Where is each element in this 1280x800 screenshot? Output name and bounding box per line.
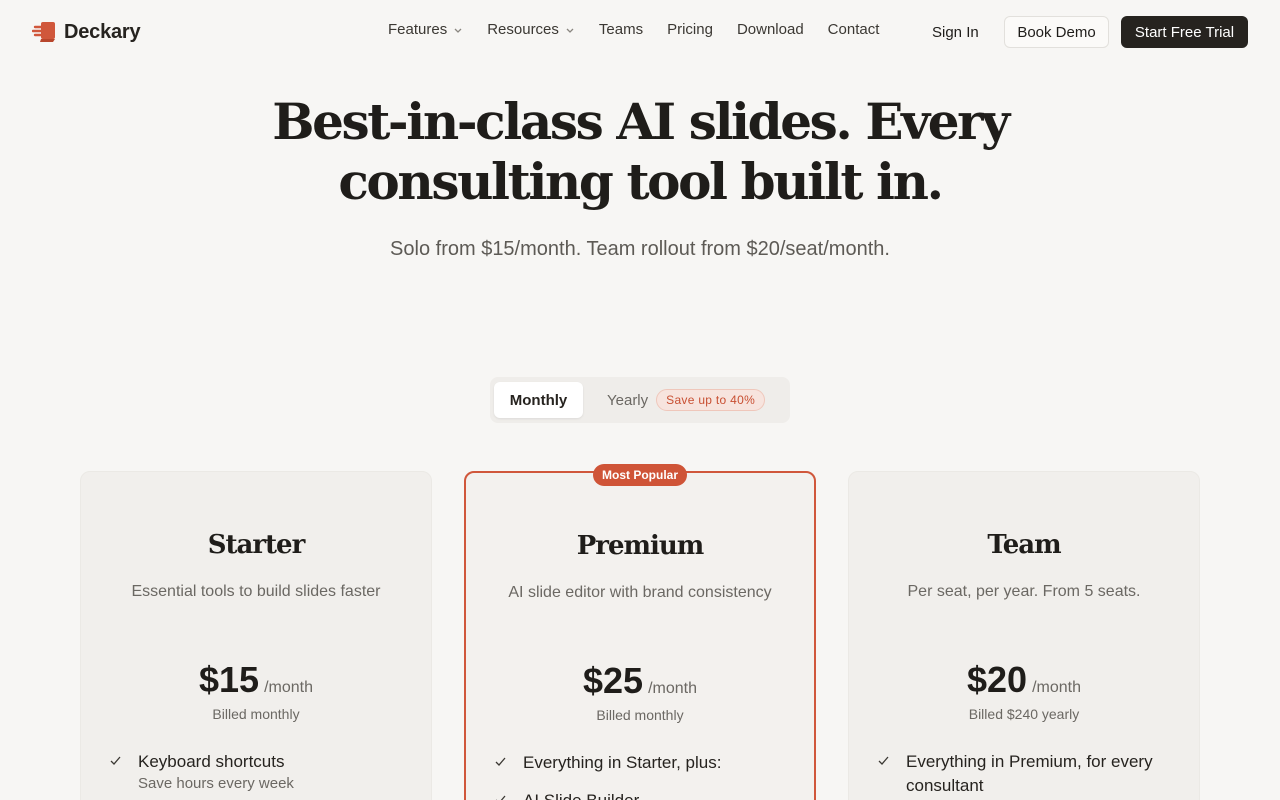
feature-text: AI Slide Builder [523, 789, 639, 800]
check-icon [495, 757, 506, 766]
hero-subtitle: Solo from $15/month. Team rollout from $… [390, 238, 890, 260]
plan-period: /month [1032, 679, 1081, 696]
price-row: $20 /month [849, 659, 1199, 701]
price-row: $15 /month [81, 659, 431, 701]
check-icon [110, 756, 121, 765]
feature-text: Everything in Premium, for every consult… [906, 752, 1153, 795]
feature-subtext: Save hours every week [138, 775, 294, 792]
feature-text: Everything in Starter, plus: [523, 753, 722, 772]
nav-pricing[interactable]: Pricing [655, 21, 725, 38]
feature-list: Everything in Premium, for every consult… [877, 750, 1175, 800]
check-icon [878, 756, 889, 765]
hero-title: Best-in-class AI slides. Every consultin… [272, 92, 1010, 211]
plan-description: Essential tools to build slides faster [131, 583, 381, 600]
site-header: Deckary Features Resources Teams Pricing… [0, 0, 1280, 64]
billing-note: Billed $240 yearly [968, 706, 1080, 722]
plan-card-team: Team Per seat, per year. From 5 seats. $… [848, 471, 1200, 800]
feature-item: Everything in Premium, for every consult… [877, 750, 1175, 798]
chevron-down-icon [566, 28, 574, 33]
plan-name: Starter [207, 530, 306, 560]
billing-note: Billed monthly [596, 707, 684, 723]
feature-item: Everything in Starter, plus: [494, 751, 790, 775]
deckary-logo-icon [32, 22, 55, 42]
plan-card-premium: Most Popular Premium AI slide editor wit… [464, 464, 816, 800]
nav-resources-label: Resources [487, 21, 559, 38]
feature-list: Everything in Starter, plus: AI Slide Bu… [494, 751, 790, 800]
billing-note: Billed monthly [212, 706, 300, 722]
feature-text: Keyboard shortcuts [138, 752, 285, 771]
chevron-down-icon [454, 28, 462, 33]
nav-download[interactable]: Download [725, 21, 816, 38]
sign-in-button[interactable]: Sign In [920, 16, 991, 48]
plan-name: Premium [576, 531, 705, 561]
plan-price: $15 [199, 659, 260, 700]
start-free-trial-button[interactable]: Start Free Trial [1121, 16, 1248, 48]
brand-logo[interactable]: Deckary [32, 19, 141, 45]
plan-period: /month [264, 679, 313, 696]
billing-toggle: Monthly Yearly Save up to 40% [490, 377, 790, 423]
yearly-label: Yearly [607, 391, 649, 409]
feature-item: Keyboard shortcuts Save hours every week [109, 750, 407, 794]
nav-features[interactable]: Features [376, 21, 475, 38]
monthly-toggle-option[interactable]: Monthly [494, 382, 583, 418]
plan-description: AI slide editor with brand consistency [508, 584, 772, 601]
plan-card-starter: Starter Essential tools to build slides … [80, 471, 432, 800]
plan-description: Per seat, per year. From 5 seats. [907, 583, 1141, 600]
most-popular-badge: Most Popular [593, 464, 688, 486]
plan-period: /month [648, 680, 697, 697]
nav-features-label: Features [388, 21, 448, 38]
plan-price: $20 [967, 659, 1028, 700]
nav-teams[interactable]: Teams [587, 21, 655, 38]
feature-list: Keyboard shortcuts Save hours every week [109, 750, 407, 800]
save-badge: Save up to 40% [656, 389, 766, 411]
feature-item: AI Slide Builder [494, 789, 790, 800]
main-nav: Features Resources Teams Pricing Downloa… [376, 21, 891, 38]
book-demo-button[interactable]: Book Demo [1004, 16, 1109, 48]
yearly-toggle-option[interactable]: Yearly Save up to 40% [607, 382, 766, 418]
plan-name: Team [987, 530, 1061, 560]
brand-name: Deckary [64, 20, 141, 43]
plan-price: $25 [583, 660, 644, 701]
price-row: $25 /month [466, 660, 814, 702]
nav-contact[interactable]: Contact [816, 21, 892, 38]
nav-resources[interactable]: Resources [475, 21, 587, 38]
check-icon [496, 795, 506, 800]
